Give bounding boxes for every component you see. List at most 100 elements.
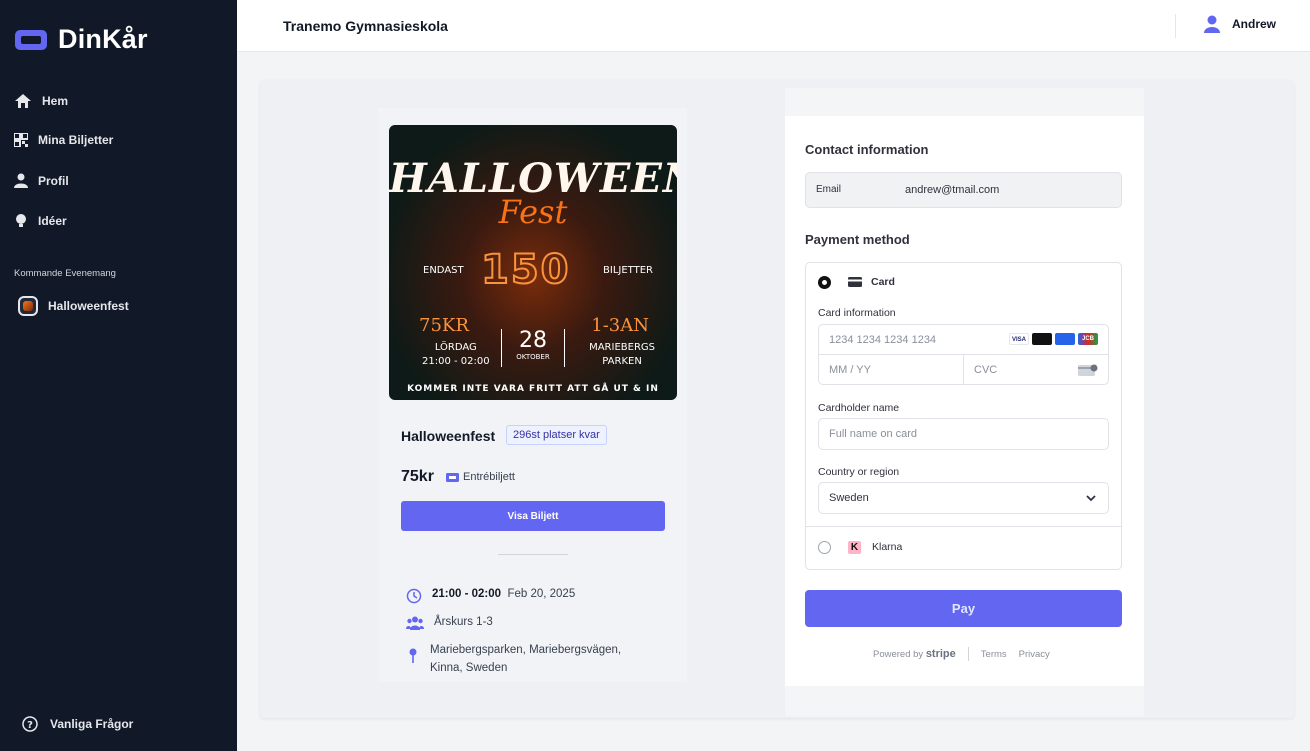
mastercard-icon: mastercard [1032, 333, 1052, 345]
poster-date: 28 OKTOBER [501, 329, 565, 367]
klarna-icon: K [848, 541, 861, 554]
event-thumbnail [18, 296, 38, 316]
sidebar-item-ideer[interactable]: Idéer [14, 213, 67, 229]
poster-ticket-count: 150 [480, 246, 571, 294]
sidebar-item-mina-biljetter[interactable]: Mina Biljetter [14, 133, 113, 147]
poster-place-line1: MARIEBERGS [589, 342, 655, 353]
user-name: Andrew [1232, 17, 1277, 31]
show-ticket-button[interactable]: Visa Biljett [401, 501, 665, 531]
card-number-input[interactable]: 1234 1234 1234 1234 VISA mastercard amex… [818, 324, 1109, 355]
sidebar-event-halloweenfest[interactable]: Halloweenfest [18, 296, 129, 316]
event-price: 75kr [401, 468, 434, 485]
cardholder-label: Cardholder name [818, 402, 900, 414]
card-radio[interactable] [818, 276, 831, 289]
user-menu[interactable]: Andrew [1204, 15, 1276, 33]
poster-price: 75KR [419, 315, 469, 336]
seats-left-badge: 296st platser kvar [506, 425, 607, 445]
poster-grade: 1-3AN [591, 315, 649, 336]
cvc-input[interactable]: CVC [963, 354, 1109, 385]
faq-link[interactable]: ? Vanliga Frågor [22, 716, 133, 732]
poster-day: LÖRDAG 21:00 - 02:00 [422, 341, 490, 369]
sidebar-item-profil[interactable]: Profil [14, 173, 69, 188]
user-avatar-icon [1204, 15, 1220, 33]
poster-right-tag: BILJETTER [603, 265, 653, 276]
clock-icon [406, 588, 422, 604]
stripe-footer: Powered by stripe Terms Privacy [873, 647, 1050, 661]
cardholder-input[interactable]: Full name on card [818, 418, 1109, 450]
klarna-option-label: Klarna [872, 541, 903, 553]
faq-label: Vanliga Frågor [50, 717, 134, 731]
event-audience: Årskurs 1-3 [434, 616, 493, 628]
klarna-radio[interactable] [818, 541, 831, 554]
poster-place-line2: PARKEN [602, 356, 642, 367]
brand-logo[interactable]: DinKår [14, 24, 148, 55]
cvc-placeholder: CVC [974, 363, 998, 376]
expiry-input[interactable]: MM / YY [818, 354, 964, 385]
event-audience-row: Årskurs 1-3 [406, 616, 493, 630]
amex-icon: amex [1055, 333, 1075, 345]
poster-date-month: OKTOBER [516, 353, 550, 361]
country-label: Country or region [818, 466, 900, 478]
card-number-placeholder: 1234 1234 1234 1234 [829, 333, 937, 346]
qr-code-icon [14, 133, 28, 147]
email-field[interactable]: Email andrew@tmail.com [805, 172, 1122, 208]
poster-left-tag: ENDAST [423, 265, 464, 276]
card-option-label: Card [871, 276, 895, 288]
jcb-icon: JCB [1078, 333, 1098, 345]
poster-date-num: 28 [519, 328, 547, 353]
stripe-logo: stripe [925, 648, 956, 660]
event-location-row: Mariebergsparken, Mariebergsvägen, Kinna… [406, 641, 621, 677]
expiry-placeholder: MM / YY [829, 363, 871, 376]
card-icon [848, 277, 862, 287]
event-name: Halloweenfest [401, 428, 496, 444]
ticket-logo-icon [15, 29, 47, 50]
card-brands: VISA mastercard amex JCB [1009, 333, 1098, 345]
header-divider [1175, 14, 1176, 38]
payment-heading: Payment method [805, 232, 910, 247]
sidebar: DinKår Hem Mina Biljetter Profil Idéer K… [0, 0, 237, 751]
contact-heading: Contact information [805, 142, 929, 157]
privacy-link[interactable]: Privacy [1019, 649, 1050, 660]
email-value: andrew@tmail.com [905, 184, 1000, 196]
event-location-line2: Kinna, Sweden [430, 662, 508, 674]
chevron-down-icon [1086, 495, 1096, 502]
event-time-row: 21:00 - 02:00 Feb 20, 2025 [406, 588, 575, 604]
ticket-icon [446, 472, 459, 482]
country-select[interactable]: Sweden [818, 482, 1109, 514]
sidebar-item-label: Mina Biljetter [38, 133, 114, 147]
event-poster: HALLOWEEN Fest ENDAST 150 BILJETTER 75KR… [389, 125, 677, 400]
lightbulb-icon [16, 214, 26, 227]
ticket-type-label: Entrébiljett [463, 471, 515, 483]
user-icon [14, 173, 28, 188]
brand-name: DinKår [58, 24, 148, 54]
footer-divider [967, 647, 969, 661]
terms-link[interactable]: Terms [981, 649, 1007, 660]
cvc-card-icon [1078, 364, 1098, 376]
poster-time: 21:00 - 02:00 [422, 356, 490, 367]
home-icon [15, 94, 31, 108]
poster-footer: KOMMER INTE VARA FRITT ATT GÅ UT & IN [407, 384, 659, 394]
country-value: Sweden [829, 492, 869, 504]
upcoming-events-heading: Kommande Evenemang [14, 268, 116, 279]
event-date: Feb 20, 2025 [507, 588, 576, 600]
visa-icon: VISA [1009, 333, 1029, 345]
cardholder-placeholder: Full name on card [829, 428, 918, 440]
pay-button[interactable]: Pay [805, 590, 1122, 627]
divider [498, 554, 568, 555]
sidebar-item-hem[interactable]: Hem [14, 93, 68, 109]
sidebar-item-label: Idéer [38, 214, 67, 228]
question-circle-icon: ? [22, 716, 38, 732]
school-title: Tranemo Gymnasieskola [283, 18, 448, 34]
poster-place: MARIEBERGS PARKEN [589, 341, 655, 369]
event-time: 21:00 - 02:00 [432, 588, 502, 600]
sidebar-event-label: Halloweenfest [48, 299, 129, 313]
card-info-label: Card information [818, 307, 896, 319]
sidebar-item-label: Hem [42, 94, 69, 108]
users-icon [406, 616, 424, 630]
poster-day-name: LÖRDAG [434, 342, 477, 353]
sidebar-item-label: Profil [38, 173, 69, 188]
poster-subtitle: Fest [498, 193, 568, 231]
powered-by-label: Powered by [873, 648, 924, 660]
top-header: Tranemo Gymnasieskola Andrew [237, 0, 1310, 52]
map-pin-icon [409, 648, 417, 663]
